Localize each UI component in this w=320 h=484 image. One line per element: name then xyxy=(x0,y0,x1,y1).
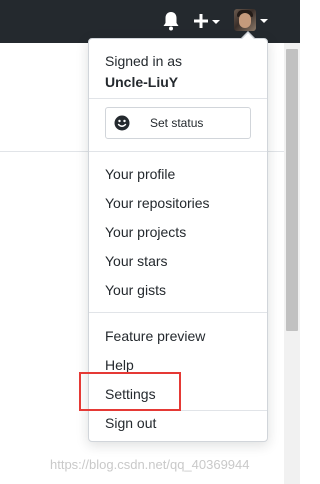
menu-item-your-projects[interactable]: Your projects xyxy=(105,221,251,243)
create-new-button[interactable] xyxy=(193,10,221,32)
username: Uncle-LiuY xyxy=(105,74,179,90)
signed-in-info: Signed in as Uncle-LiuY xyxy=(105,51,182,92)
chevron-down-icon xyxy=(212,20,220,24)
chevron-down-icon xyxy=(260,19,268,23)
settings-highlight-annotation xyxy=(79,372,181,411)
plus-icon xyxy=(194,14,208,28)
scrollbar[interactable] xyxy=(284,43,300,484)
menu-item-sign-out[interactable]: Sign out xyxy=(105,412,251,434)
menu-item-your-stars[interactable]: Your stars xyxy=(105,250,251,272)
watermark-text: https://blog.csdn.net/qq_40369944 xyxy=(50,457,250,472)
bell-icon[interactable] xyxy=(162,11,180,31)
avatar xyxy=(234,9,256,31)
menu-item-your-gists[interactable]: Your gists xyxy=(105,279,251,301)
menu-item-your-profile[interactable]: Your profile xyxy=(105,163,251,185)
divider xyxy=(89,312,267,313)
smiley-icon xyxy=(114,115,130,131)
scrollbar-thumb[interactable] xyxy=(286,49,298,331)
divider xyxy=(89,151,267,152)
set-status-button[interactable]: Set status xyxy=(105,107,251,139)
menu-item-feature-preview[interactable]: Feature preview xyxy=(105,325,251,347)
signed-in-label: Signed in as xyxy=(105,53,183,69)
divider xyxy=(89,98,267,99)
dropdown-pointer-fill xyxy=(241,33,255,40)
set-status-label: Set status xyxy=(150,116,204,130)
user-menu-button[interactable] xyxy=(234,9,270,33)
menu-item-your-repositories[interactable]: Your repositories xyxy=(105,192,251,214)
